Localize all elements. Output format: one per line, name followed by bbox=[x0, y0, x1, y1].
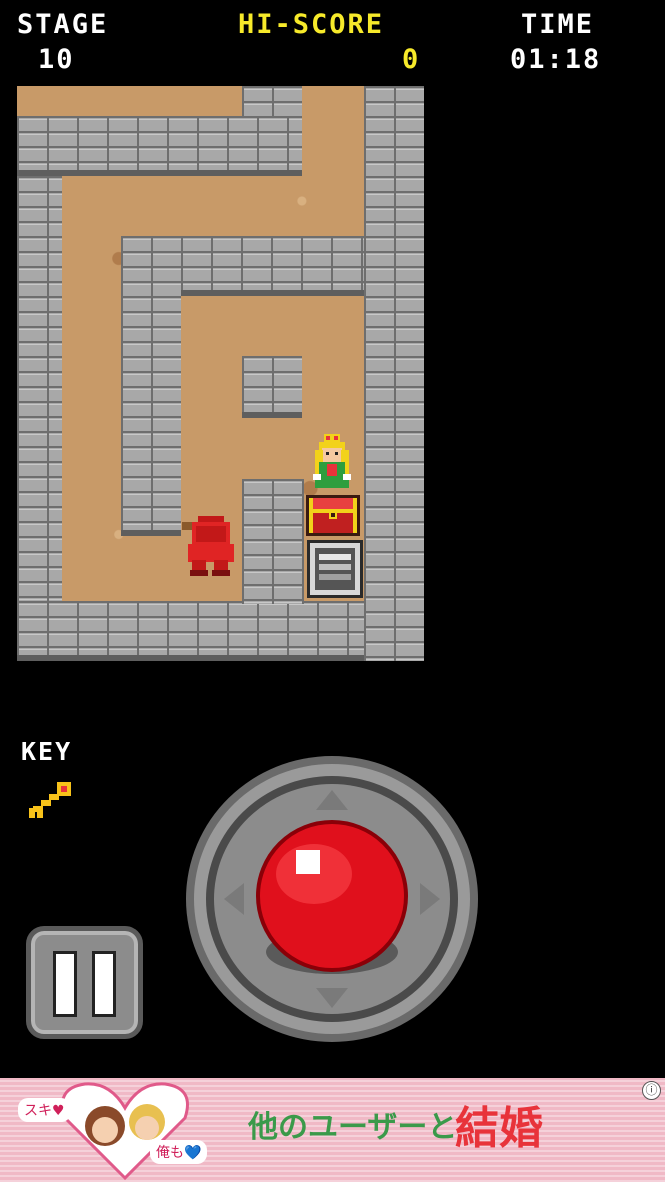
joystick-control[interactable] bbox=[184, 754, 480, 1044]
maze-board bbox=[17, 86, 424, 661]
hiscore-value: 0 bbox=[402, 44, 421, 75]
key-icon bbox=[29, 782, 71, 818]
pause-button[interactable] bbox=[26, 926, 143, 1039]
ad-bubble-left: スキ♥ bbox=[18, 1098, 71, 1122]
wall-block bbox=[121, 236, 181, 536]
stage-value: 10 bbox=[38, 44, 75, 75]
wall-block bbox=[242, 356, 302, 418]
stage-label: STAGE bbox=[17, 9, 109, 40]
wall-block bbox=[17, 116, 62, 661]
princess-sprite bbox=[313, 434, 351, 488]
ad-headline: 他のユーザーと bbox=[248, 1110, 458, 1145]
hero-sprite bbox=[182, 516, 234, 576]
hiscore-label: HI-SCORE bbox=[238, 9, 385, 40]
wall-block bbox=[17, 116, 302, 176]
ad-banner[interactable]: スキ♥ 俺も💙 他のユーザーと 結婚 ⓘ bbox=[0, 1078, 665, 1182]
time-value: 01:18 bbox=[510, 44, 602, 75]
time-label: TIME bbox=[521, 9, 595, 40]
treasure-chest bbox=[306, 495, 360, 536]
key-label: KEY bbox=[21, 737, 73, 766]
wall-block bbox=[17, 601, 424, 661]
wall-block bbox=[364, 86, 424, 661]
ad-emphasis: 結婚 bbox=[455, 1103, 543, 1154]
wall-block bbox=[242, 86, 302, 116]
wall-block bbox=[242, 479, 304, 604]
ad-bubble-right: 俺も💙 bbox=[150, 1140, 208, 1164]
stairs-exit bbox=[307, 540, 363, 598]
ad-info-icon[interactable]: ⓘ bbox=[642, 1081, 661, 1100]
ad-illustration bbox=[61, 1082, 189, 1181]
